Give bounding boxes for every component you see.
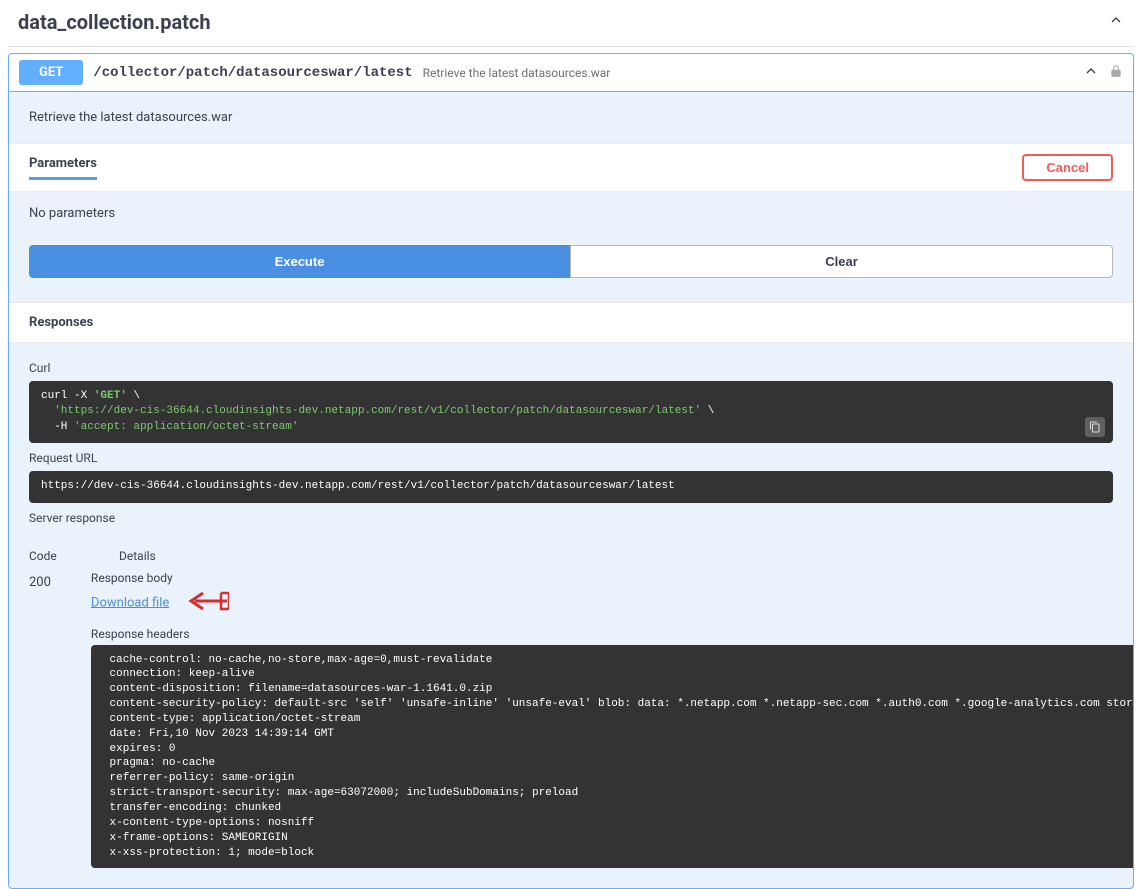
- tag-title: data_collection.patch: [18, 10, 211, 34]
- request-url-block: https://dev-cis-36644.cloudinsights-dev.…: [29, 471, 1113, 502]
- arrow-annotation-icon: [181, 589, 229, 617]
- no-parameters-text: No parameters: [9, 192, 1133, 235]
- download-file-link[interactable]: Download file: [91, 595, 169, 610]
- execute-button[interactable]: Execute: [29, 245, 570, 278]
- endpoint-description: Retrieve the latest datasources.war: [9, 92, 1133, 143]
- response-body-label: Response body: [91, 571, 1134, 585]
- chevron-up-icon: [1083, 63, 1099, 83]
- endpoint-path: /collector/patch/datasourceswar/latest: [93, 65, 412, 81]
- chevron-up-icon: [1108, 12, 1124, 32]
- method-badge: GET: [19, 60, 83, 85]
- parameters-title: Parameters: [29, 156, 97, 180]
- response-headers-label: Response headers: [91, 627, 1134, 641]
- endpoint-summary: Retrieve the latest datasources.war: [423, 66, 611, 80]
- curl-label: Curl: [29, 361, 1113, 375]
- response-code: 200: [29, 571, 51, 590]
- cancel-button[interactable]: Cancel: [1022, 154, 1113, 181]
- server-response-label: Server response: [29, 511, 1113, 525]
- lock-icon[interactable]: [1109, 64, 1123, 82]
- code-header: Code: [29, 549, 79, 563]
- details-header: Details: [119, 549, 156, 563]
- copy-icon[interactable]: [1085, 417, 1105, 437]
- opblock-summary[interactable]: GET /collector/patch/datasourceswar/late…: [9, 54, 1133, 92]
- response-headers-block: cache-control: no-cache,no-store,max-age…: [91, 645, 1134, 869]
- tag-header[interactable]: data_collection.patch: [8, 0, 1134, 47]
- clear-button[interactable]: Clear: [570, 245, 1113, 278]
- responses-title: Responses: [9, 302, 1133, 343]
- request-url-label: Request URL: [29, 451, 1113, 465]
- opblock: GET /collector/patch/datasourceswar/late…: [8, 53, 1134, 889]
- curl-block: curl -X 'GET' \ 'https://dev-cis-36644.c…: [29, 381, 1113, 443]
